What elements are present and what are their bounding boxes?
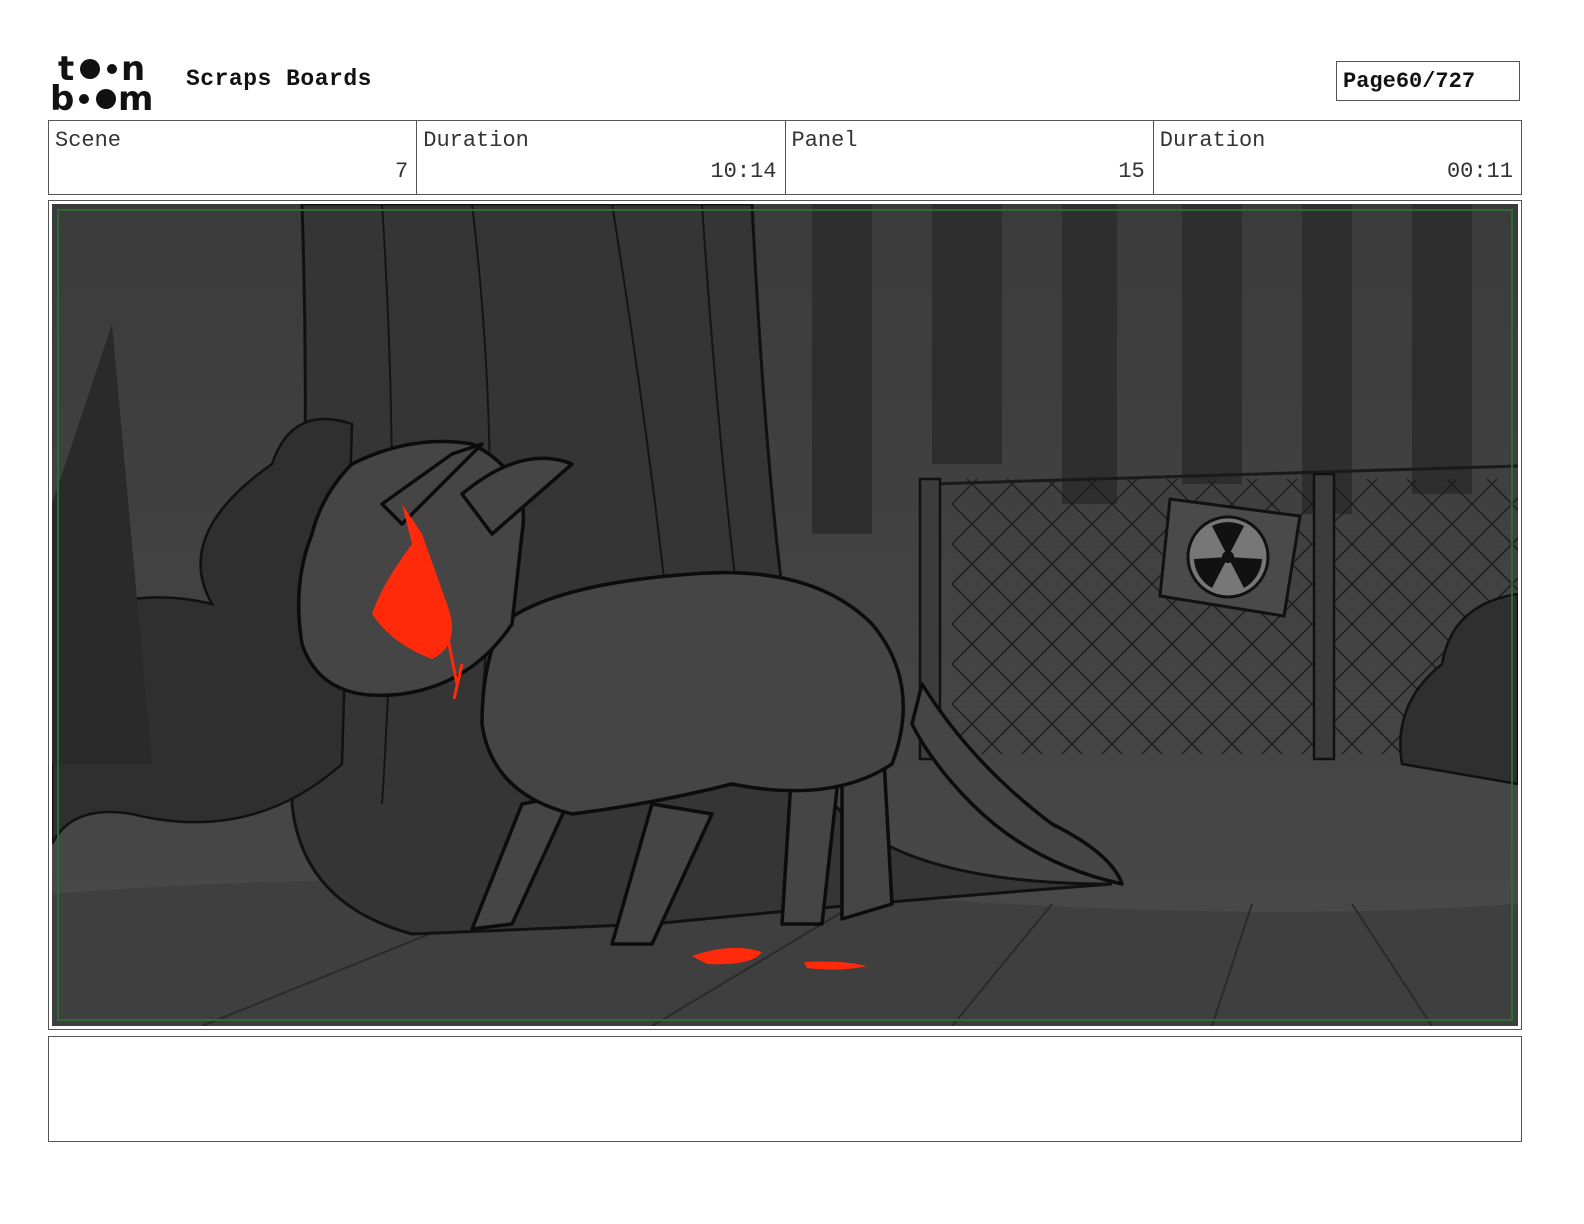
- storyboard-panel-image: [52, 204, 1518, 1026]
- project-title: Scraps Boards: [186, 66, 372, 92]
- panel-duration-value: 00:11: [1446, 159, 1513, 184]
- panel-notes-box: [48, 1036, 1522, 1142]
- toon-boom-logo: t n b m: [50, 50, 153, 112]
- panel-info-row: Scene 7 Duration 10:14 Panel 15 Duration…: [48, 120, 1522, 195]
- scene-duration-cell: Duration 10:14: [417, 121, 786, 194]
- page-number: 60/727: [1395, 68, 1476, 94]
- page-label: Page: [1343, 68, 1396, 94]
- panel-duration-label: Duration: [1159, 128, 1266, 153]
- scene-value: 7: [395, 159, 409, 184]
- scene-duration-value: 10:14: [710, 159, 777, 184]
- svg-text:b: b: [50, 79, 74, 112]
- panel-duration-cell: Duration 00:11: [1154, 121, 1521, 194]
- scene-duration-label: Duration: [423, 128, 529, 153]
- svg-text:m: m: [118, 79, 153, 112]
- scene-cell: Scene 7: [49, 121, 418, 194]
- panel-value: 15: [1118, 159, 1145, 184]
- scene-label: Scene: [55, 128, 122, 153]
- panel-label: Panel: [791, 128, 858, 153]
- panel-cell: Panel 15: [786, 121, 1154, 194]
- page-indicator: Page 60/727: [1336, 61, 1520, 101]
